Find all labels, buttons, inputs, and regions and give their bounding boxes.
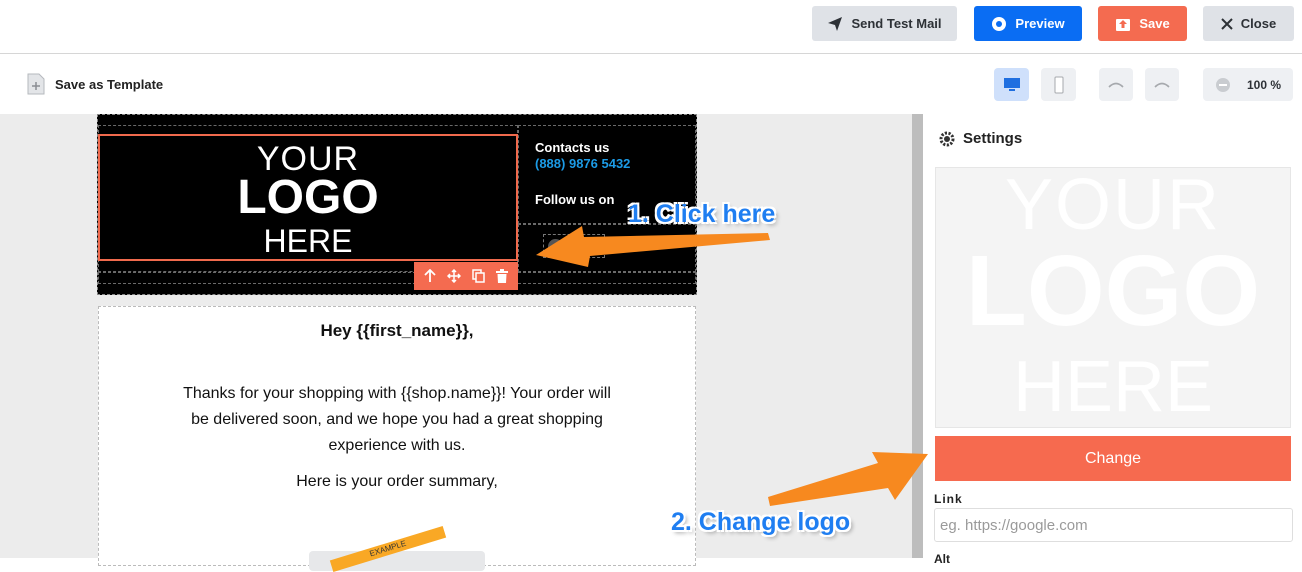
panel-divider[interactable] [912,114,923,558]
order-summary-intro: Here is your order summary, [296,473,498,490]
link-input[interactable] [934,508,1293,542]
gear-icon [939,131,955,146]
editor-toolbar: Save as Template 100 % [0,55,1302,113]
contacts-phone: (888) 9876 5432 [535,156,631,171]
duplicate-icon[interactable] [472,269,485,283]
close-label: Close [1240,16,1277,31]
close-button[interactable]: Close [1203,6,1294,41]
save-button[interactable]: Save [1098,6,1187,41]
undo-button[interactable] [1099,68,1133,101]
undo-icon [1108,82,1124,88]
zoom-level: 100 % [1247,77,1282,92]
mobile-icon [1054,76,1063,93]
logo-text-line: LOGO [237,171,379,224]
save-as-template-button[interactable]: Save as Template [27,73,163,95]
mobile-view-button[interactable] [1041,68,1076,101]
link-label: Link [934,492,963,506]
logo-image-selected[interactable]: YOUR LOGO HERE [98,134,518,261]
save-as-template-label: Save as Template [55,76,164,92]
redo-icon [1154,82,1170,88]
save-label: Save [1139,16,1170,31]
logo-text-line: HERE [263,223,353,259]
step-2-annotation: 2. Change logo [671,508,851,536]
move-up-icon[interactable] [423,269,436,283]
settings-header: Settings [939,130,1022,147]
preview-button[interactable]: Preview [974,6,1082,41]
settings-title: Settings [963,130,1023,147]
zoom-control[interactable]: 100 % [1203,68,1293,101]
drag-move-icon[interactable] [446,269,461,283]
close-icon [1221,17,1233,30]
save-icon [1116,18,1131,31]
contacts-title: Contacts us [535,140,610,155]
follow-us-label: Follow us on [535,192,615,207]
social-network-icon [548,239,563,254]
preview-label: Preview [1015,16,1065,31]
zoom-out-icon[interactable] [1215,77,1231,93]
settings-panel: Settings YOUR LOGO HERE Change Link Alt [923,114,1302,566]
send-test-mail-button[interactable]: Send Test Mail [812,6,957,41]
block-action-bar [414,262,518,290]
email-body-block[interactable]: Hey {{first_name}}, Thanks for your shop… [98,306,696,572]
step-1-annotation: 1. Click here [628,200,776,228]
desktop-icon [1003,77,1020,91]
thank-you-paragraph: Thanks for your shopping with {{shop.nam… [183,385,611,454]
top-bar: Send Test Mail Preview Save Close [0,0,1302,54]
delete-icon[interactable] [496,269,509,283]
preview-text-line: LOGO [965,235,1261,347]
header-spacer [98,272,696,284]
logo-preview-image: YOUR LOGO HERE [935,167,1291,428]
send-test-mail-label: Send Test Mail [851,16,942,31]
greeting-text: Hey {{first_name}}, [320,321,474,340]
preview-text-line: HERE [1012,347,1214,427]
desktop-view-button[interactable] [994,68,1029,101]
redo-button[interactable] [1145,68,1179,101]
social-icons-block[interactable] [543,234,605,258]
eye-icon [992,16,1007,31]
template-add-icon [27,73,45,95]
change-image-button[interactable]: Change [935,436,1291,481]
send-icon [828,16,843,31]
alt-label: Alt [934,552,950,566]
